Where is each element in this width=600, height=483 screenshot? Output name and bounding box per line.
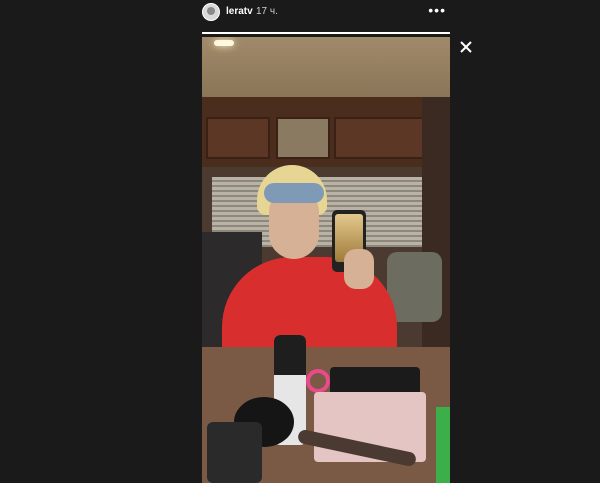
avatar[interactable] [202, 3, 220, 21]
photo-light [214, 40, 234, 46]
photo-headband [264, 183, 324, 203]
photo-bottle-cap [274, 335, 306, 375]
photo-cabinet [206, 117, 270, 159]
story-progress-fill [202, 32, 450, 34]
username[interactable]: leratv [226, 6, 253, 17]
timestamp: 17 ч. [256, 6, 278, 17]
photo-cabinet [334, 117, 430, 159]
photo-ceiling [202, 37, 450, 97]
photo-hair-tie [306, 369, 330, 393]
photo-green-item [436, 407, 450, 483]
more-icon[interactable]: ••• [428, 3, 446, 17]
photo-wall [422, 97, 450, 377]
story-header: leratv 17 ч. ••• [200, 0, 452, 30]
photo-jar [207, 422, 262, 483]
photo-hand [344, 249, 374, 289]
photo-cabinets [202, 97, 450, 167]
close-icon[interactable] [458, 39, 474, 55]
photo-cabinet [276, 117, 330, 159]
story-progress-bar [202, 32, 450, 34]
story-photo[interactable] [202, 37, 450, 483]
